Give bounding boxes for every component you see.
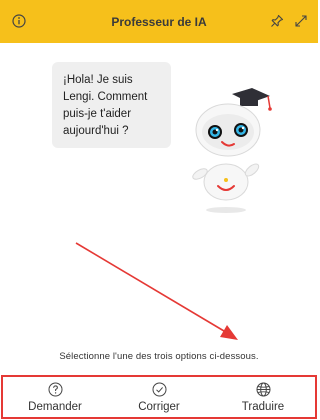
option-ask-label: Demander: [28, 401, 82, 413]
assistant-message-bubble: ¡Hola! Je suis Lengi. Comment puis-je t'…: [52, 62, 171, 148]
option-translate-button[interactable]: Traduire: [211, 377, 315, 417]
expand-icon[interactable]: [292, 12, 310, 30]
assistant-message-text: ¡Hola! Je suis Lengi. Comment puis-je t'…: [63, 74, 148, 137]
option-correct-label: Corriger: [138, 401, 180, 413]
globe-icon: [255, 381, 271, 397]
info-icon[interactable]: [10, 12, 28, 30]
header-title: Professeur de IA: [111, 14, 207, 29]
instruction-text: Sélectionne l'une des trois options ci-d…: [59, 351, 259, 362]
option-correct-button[interactable]: Corriger: [107, 377, 211, 417]
option-translate-label: Traduire: [241, 401, 285, 413]
check-circle-icon: [151, 381, 167, 397]
options-bar: Demander Corriger Traduire: [1, 375, 317, 419]
robot-mascot: [180, 86, 280, 216]
pin-icon[interactable]: [268, 12, 286, 30]
option-ask-button[interactable]: Demander: [3, 377, 107, 417]
question-icon: [47, 381, 63, 397]
header-bar: Professeur de IA: [0, 0, 318, 43]
